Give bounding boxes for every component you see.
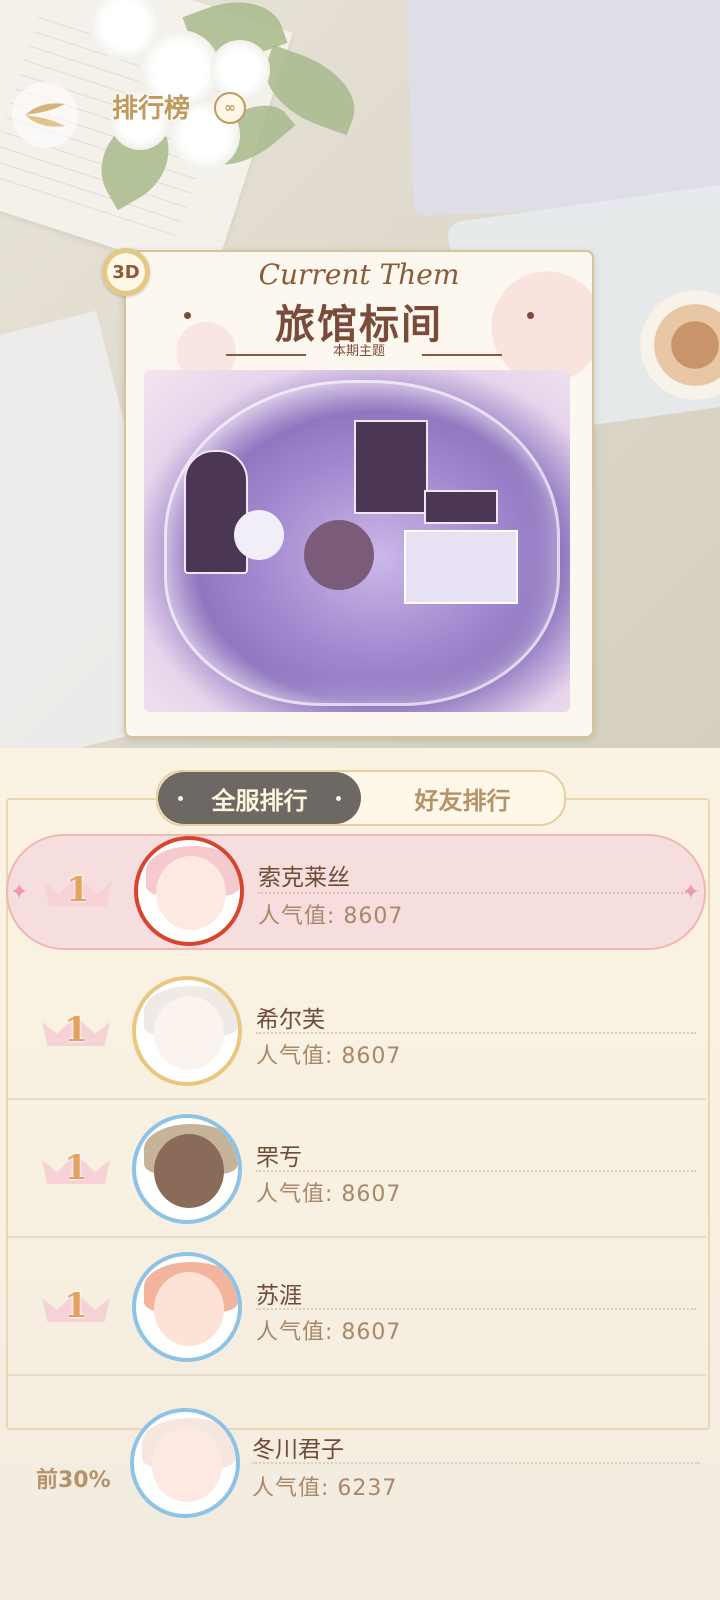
top-bar: 排行榜 ∞	[0, 70, 720, 148]
rank-number: 1	[64, 1010, 88, 1050]
sparkle-icon: ✦	[10, 880, 29, 905]
score-label: 人气值:	[258, 904, 336, 929]
view-3d-button[interactable]: 3D	[102, 248, 150, 296]
score-label: 人气值:	[256, 1182, 334, 1207]
divider	[256, 1032, 696, 1034]
score-value: 6237	[337, 1476, 398, 1501]
current-theme-card: Current Them 旅馆标间 本期主题	[124, 250, 594, 738]
my-player-name: 冬川君子	[252, 1437, 344, 1463]
score-label: 人气值:	[256, 1044, 334, 1069]
ranking-row[interactable]: 1 苏涯 人气值: 8607	[6, 1238, 706, 1376]
score-value: 8607	[341, 1182, 402, 1207]
avatar[interactable]	[134, 836, 244, 946]
divider	[256, 1308, 696, 1310]
avatar[interactable]	[132, 1252, 242, 1362]
rank-crown-badge: 1	[42, 1008, 110, 1052]
ranking-panel: 全服排行 好友排行 ✦ ✦ 1 索克莱丝 人气值: 8607 1 希尔芙 人气值…	[0, 748, 720, 1600]
ranking-row[interactable]: 1 罘亐 人气值: 8607	[6, 1100, 706, 1238]
ranking-row[interactable]: ✦ ✦ 1 索克莱丝 人气值: 8607	[6, 834, 706, 950]
folding-screen	[184, 450, 248, 574]
my-rank-percentile: 前30%	[36, 1468, 111, 1493]
rank-number: 1	[64, 1286, 88, 1326]
table	[424, 490, 498, 524]
wing-back-icon	[25, 103, 65, 127]
avatar[interactable]	[132, 1114, 242, 1224]
theme-subtitle: 本期主题	[332, 344, 385, 359]
round-table	[304, 520, 374, 590]
theme-script-title: Current Them	[258, 258, 460, 291]
player-name: 索克莱丝	[258, 865, 350, 891]
player-name: 苏涯	[256, 1283, 302, 1309]
ranking-list[interactable]: ✦ ✦ 1 索克莱丝 人气值: 8607 1 希尔芙 人气值: 8607 1 罘…	[6, 828, 706, 1376]
player-name: 希尔芙	[256, 1007, 325, 1033]
theme-room-image[interactable]	[144, 370, 570, 712]
avatar[interactable]	[132, 976, 242, 1086]
bed	[404, 530, 518, 604]
score-label: 人气值:	[256, 1320, 334, 1345]
tab-friend-ranking[interactable]: 好友排行	[361, 772, 564, 824]
divider	[256, 1170, 696, 1172]
ranking-tabs: 全服排行 好友排行	[156, 770, 566, 826]
score-value: 8607	[343, 904, 404, 929]
infinity-icon: ∞	[224, 100, 236, 116]
player-name: 罘亐	[256, 1145, 302, 1171]
page-title: 排行榜	[112, 94, 191, 124]
rank-number: 1	[64, 1148, 88, 1188]
rank-crown-badge: 1	[42, 1146, 110, 1190]
divider	[258, 892, 694, 894]
rank-number: 1	[66, 870, 90, 910]
score-value: 8607	[341, 1044, 402, 1069]
lamp	[234, 510, 284, 560]
tab-server-ranking[interactable]: 全服排行	[158, 772, 361, 824]
ranking-row[interactable]: 1 希尔芙 人气值: 8607	[6, 962, 706, 1100]
my-avatar[interactable]	[130, 1408, 240, 1518]
view-3d-label: 3D	[112, 261, 140, 283]
divider	[252, 1462, 700, 1464]
window	[354, 420, 428, 514]
back-button[interactable]	[12, 82, 78, 148]
my-ranking-row[interactable]: 前30% 冬川君子 人气值: 6237	[0, 1400, 720, 1560]
rank-crown-badge: 1	[42, 1284, 110, 1328]
info-button[interactable]: ∞	[214, 92, 246, 124]
score-label: 人气值:	[252, 1476, 330, 1501]
rank-crown-badge: 1	[44, 868, 112, 912]
score-value: 8607	[341, 1320, 402, 1345]
